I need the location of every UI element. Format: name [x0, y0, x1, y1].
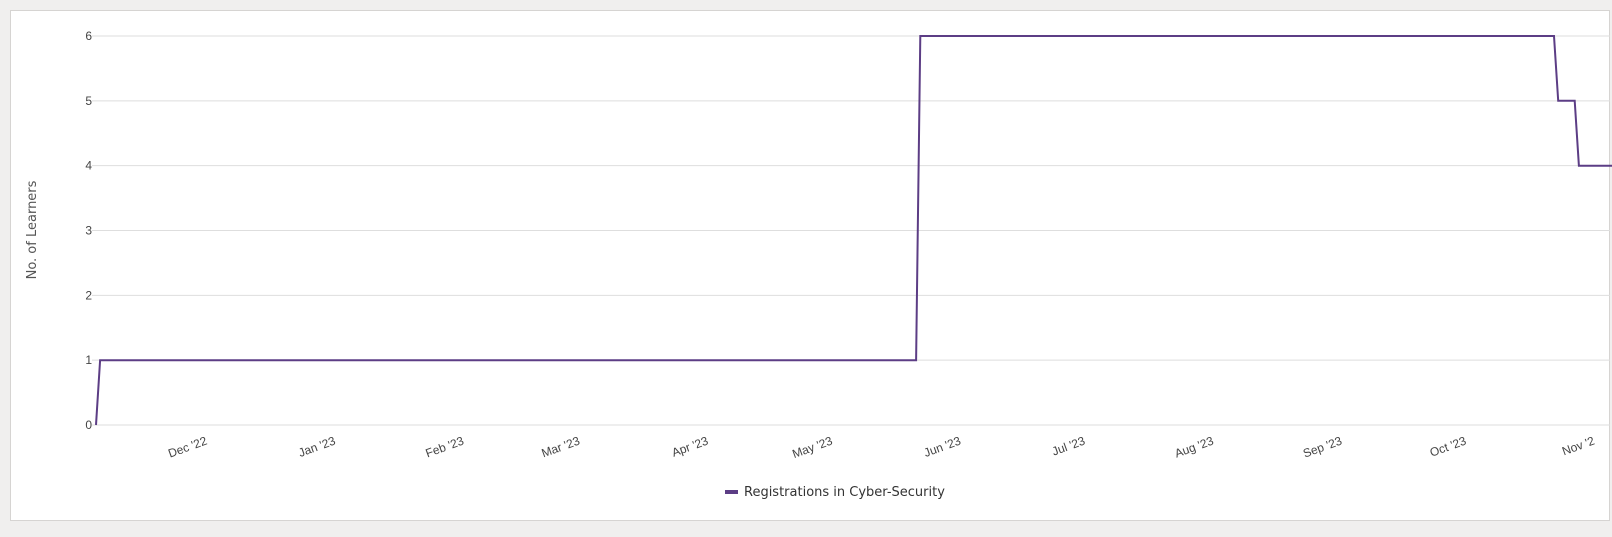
- x-axis-ticks: Dec '22 Jan '23 Feb '23 Mar '23 Apr '23 May '…: [166, 434, 1597, 462]
- y-tick-label: 5: [85, 94, 92, 108]
- y-tick-label: 1: [85, 353, 92, 367]
- y-axis-ticks: 0 1 2 3 4 5 6: [85, 29, 92, 432]
- legend-label: Registrations in Cyber-Security: [744, 485, 945, 500]
- y-tick-label: 2: [85, 288, 92, 302]
- x-tick-label: Feb '23: [424, 434, 466, 461]
- x-tick-label: May '23: [790, 434, 834, 462]
- x-tick-label: Dec '22: [166, 434, 209, 461]
- x-tick-label: Jul '23: [1050, 434, 1087, 459]
- y-axis-label: No. of Learners: [25, 180, 40, 279]
- x-tick-label: Jun '23: [922, 434, 963, 460]
- x-tick-label: Sep '23: [1301, 434, 1344, 461]
- x-tick-label: Aug '23: [1173, 434, 1216, 461]
- x-tick-label: Nov '2: [1560, 434, 1597, 459]
- x-tick-label: Jan '23: [296, 434, 337, 460]
- legend: Registrations in Cyber-Security: [725, 485, 945, 500]
- y-tick-label: 6: [85, 29, 92, 43]
- y-tick-label: 0: [85, 418, 92, 432]
- y-tick-label: 4: [85, 159, 92, 173]
- gridlines: [92, 35, 1610, 426]
- line-chart: 0 1 2 3 4 5 6 Dec '22 Jan '23 Feb '23 Mar '23 Apr …: [25, 29, 1612, 500]
- y-tick-label: 3: [85, 224, 92, 238]
- x-tick-label: Oct '23: [1428, 434, 1468, 460]
- legend-swatch: [725, 490, 738, 494]
- x-tick-label: Mar '23: [540, 434, 582, 461]
- x-tick-label: Apr '23: [670, 434, 710, 460]
